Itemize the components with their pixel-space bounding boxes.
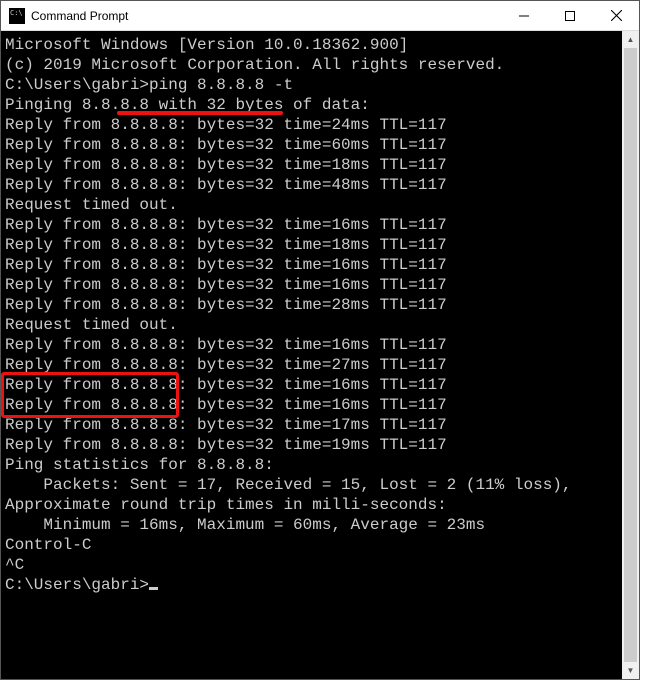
maximize-icon: [565, 11, 575, 21]
timeout-line: Request timed out.: [5, 315, 635, 335]
cursor: [149, 587, 158, 590]
annotation-box: [1, 372, 179, 418]
cmd-icon: [9, 8, 25, 24]
control-c-line: Control-C: [5, 535, 635, 555]
window-title: Command Prompt: [31, 9, 501, 23]
stats-header: Ping statistics for 8.8.8.8:: [5, 455, 635, 475]
reply-line: Reply from 8.8.8.8: bytes=32 time=18ms T…: [5, 155, 635, 175]
reply-line: Reply from 8.8.8.8: bytes=32 time=18ms T…: [5, 235, 635, 255]
reply-line: Reply from 8.8.8.8: bytes=32 time=19ms T…: [5, 435, 635, 455]
reply-line: Reply from 8.8.8.8: bytes=32 time=60ms T…: [5, 135, 635, 155]
reply-line: Reply from 8.8.8.8: bytes=32 time=16ms T…: [5, 215, 635, 235]
annotation-underline: [117, 111, 283, 115]
stats-approx: Approximate round trip times in milli-se…: [5, 495, 635, 515]
cmd-window: Command Prompt Microsoft Windows [Versio…: [0, 0, 640, 680]
terminal-output[interactable]: Microsoft Windows [Version 10.0.18362.90…: [1, 31, 639, 679]
prompt-line: C:\Users\gabri>: [5, 575, 635, 595]
prompt-command-line: C:\Users\gabri>ping 8.8.8.8 -t: [5, 75, 635, 95]
reply-line: Reply from 8.8.8.8: bytes=32 time=17ms T…: [5, 415, 635, 435]
stats-rtt: Minimum = 16ms, Maximum = 60ms, Average …: [5, 515, 635, 535]
reply-line: Reply from 8.8.8.8: bytes=32 time=28ms T…: [5, 295, 635, 315]
titlebar[interactable]: Command Prompt: [1, 1, 639, 31]
close-button[interactable]: [593, 1, 639, 31]
minimize-button[interactable]: [501, 1, 547, 31]
reply-line: Reply from 8.8.8.8: bytes=32 time=16ms T…: [5, 275, 635, 295]
copyright-line: (c) 2019 Microsoft Corporation. All righ…: [5, 55, 635, 75]
close-icon: [611, 10, 622, 21]
scroll-down-arrow-icon[interactable]: ▼: [622, 662, 639, 679]
stats-packets: Packets: Sent = 17, Received = 15, Lost …: [5, 475, 635, 495]
scroll-up-arrow-icon[interactable]: ▲: [622, 31, 639, 48]
minimize-icon: [519, 11, 529, 21]
caret-c-line: ^C: [5, 555, 635, 575]
prompt-path: C:\Users\gabri>: [5, 76, 149, 94]
reply-line: Reply from 8.8.8.8: bytes=32 time=48ms T…: [5, 175, 635, 195]
reply-line: Reply from 8.8.8.8: bytes=32 time=16ms T…: [5, 255, 635, 275]
reply-line: Reply from 8.8.8.8: bytes=32 time=24ms T…: [5, 115, 635, 135]
version-line: Microsoft Windows [Version 10.0.18362.90…: [5, 35, 635, 55]
prompt-path: C:\Users\gabri>: [5, 576, 149, 594]
pinging-line: Pinging 8.8.8.8 with 32 bytes of data:: [5, 95, 635, 115]
vertical-scrollbar[interactable]: ▲ ▼: [622, 31, 639, 679]
timeout-line: Request timed out.: [5, 195, 635, 215]
maximize-button[interactable]: [547, 1, 593, 31]
prompt-command: ping 8.8.8.8 -t: [149, 76, 293, 94]
reply-line: Reply from 8.8.8.8: bytes=32 time=16ms T…: [5, 335, 635, 355]
scrollbar-thumb[interactable]: [624, 48, 637, 662]
